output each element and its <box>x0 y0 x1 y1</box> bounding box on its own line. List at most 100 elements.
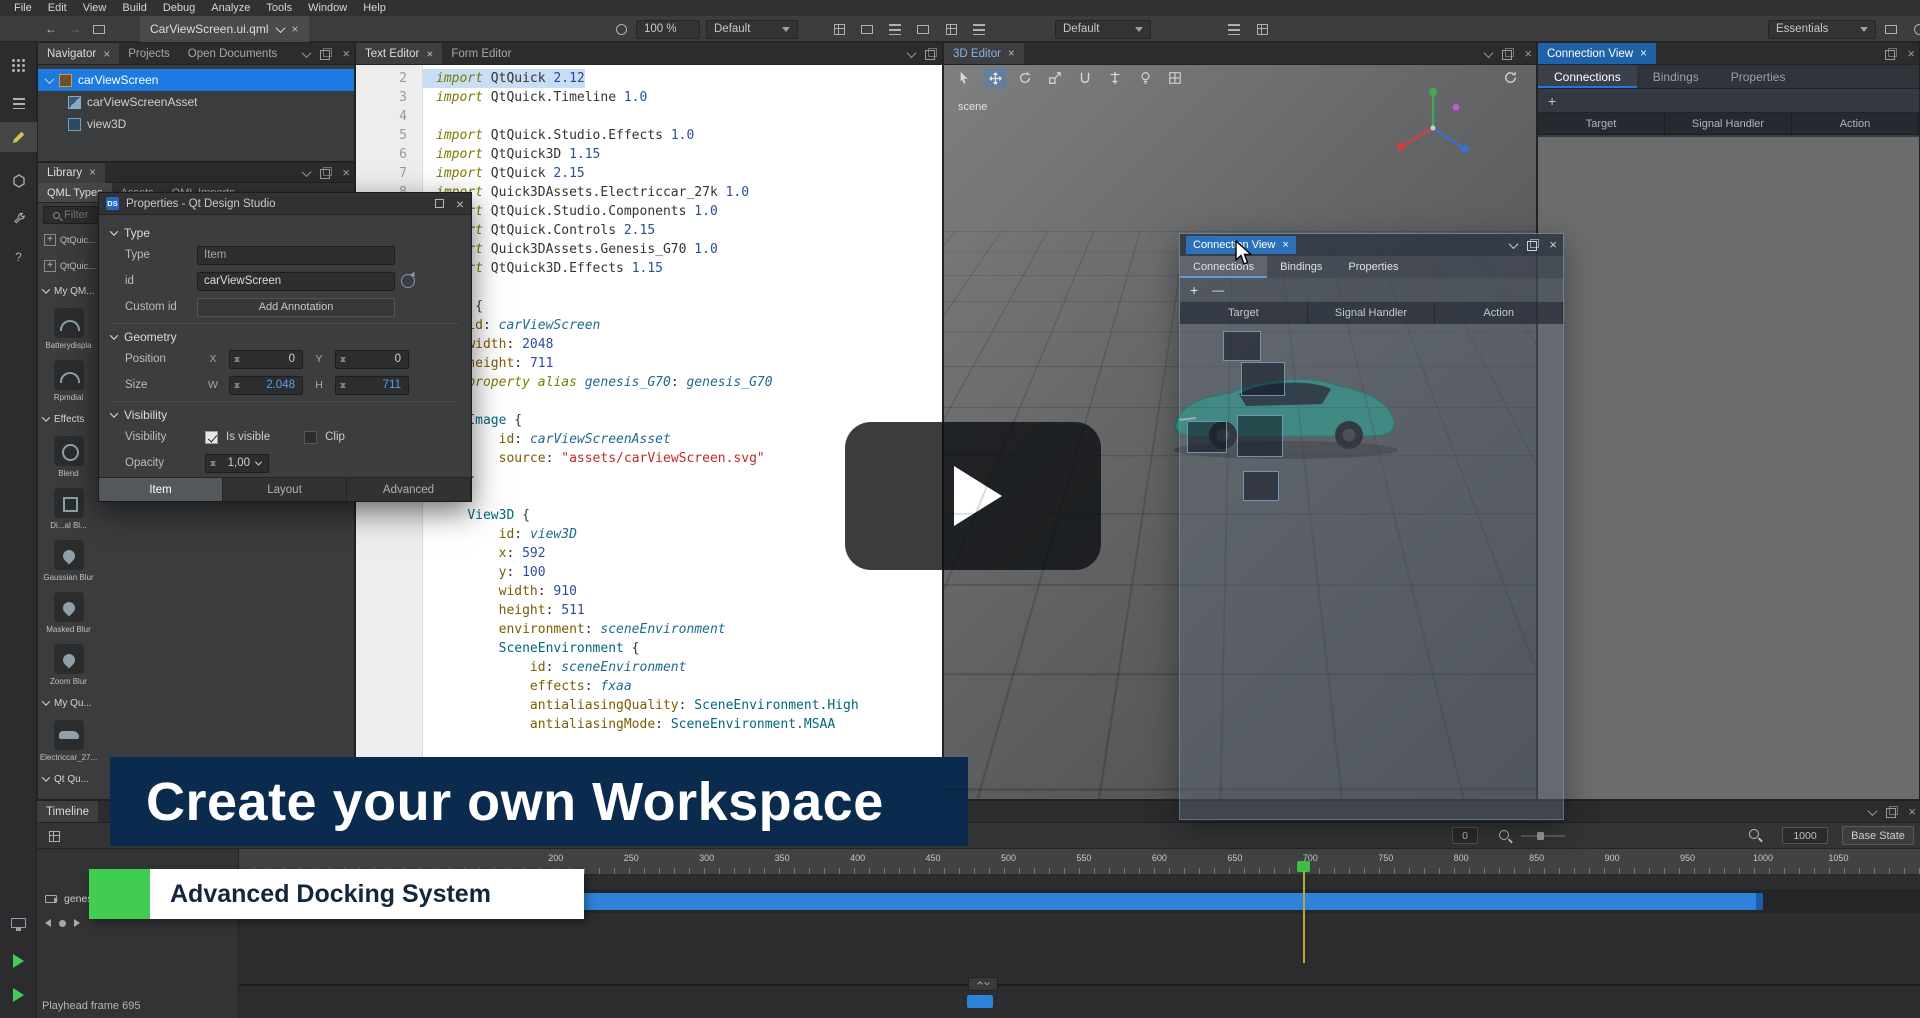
list-icon[interactable] <box>1225 20 1243 38</box>
connection-tab[interactable]: Properties <box>1335 256 1411 278</box>
navigator-tab[interactable]: Open Documents × <box>179 43 287 64</box>
add-annotation-button[interactable]: Add Annotation <box>197 298 395 317</box>
connection-view-tab[interactable]: Connection View × <box>1538 43 1656 64</box>
chevron-down-icon[interactable] <box>275 23 285 33</box>
menu-item[interactable]: Help <box>355 2 394 14</box>
forward-icon[interactable]: → <box>66 20 84 38</box>
record-keyframe-icon[interactable] <box>59 920 66 927</box>
navigator-tab[interactable]: Navigator × <box>38 43 119 64</box>
move-tool-icon[interactable] <box>984 68 1006 88</box>
table-column-header[interactable]: Target <box>1180 302 1308 324</box>
navigator-tree-item[interactable]: view3D <box>38 113 354 135</box>
opacity-spinbox[interactable]: 1,00 <box>205 454 269 473</box>
document-tab[interactable]: CarViewScreen.ui.qml × <box>140 16 309 42</box>
menu-item[interactable]: Edit <box>40 2 75 14</box>
library-item[interactable]: Batterydispla <box>38 303 99 355</box>
library-item[interactable]: QtQuic... <box>38 227 99 253</box>
floating-connection-view[interactable]: Connection View × Connections Bindings <box>1179 233 1564 820</box>
close-icon[interactable] <box>1908 805 1916 819</box>
snap-grid-icon[interactable] <box>830 20 848 38</box>
editor-tab[interactable]: Text Editor × <box>356 43 442 64</box>
menu-item[interactable]: Analyze <box>203 2 258 14</box>
library-item[interactable]: Qt Qu... <box>38 767 99 791</box>
menu-item[interactable]: Window <box>300 2 355 14</box>
snap-tool-icon[interactable] <box>1074 68 1096 88</box>
close-icon[interactable]: × <box>456 196 464 212</box>
close-icon[interactable]: × <box>89 167 96 179</box>
help-icon[interactable]: ? <box>0 242 37 272</box>
edit-list-icon[interactable] <box>0 88 37 118</box>
light-toggle-icon[interactable] <box>1134 68 1156 88</box>
perspective-select[interactable]: Essentials <box>1768 20 1876 39</box>
style-select[interactable]: Default <box>1055 20 1151 39</box>
menu-item[interactable]: View <box>75 2 115 14</box>
type-field[interactable] <box>197 246 395 265</box>
properties-tab[interactable]: Advanced <box>347 478 471 501</box>
type-section-header[interactable]: Type <box>111 226 459 240</box>
display-icon[interactable] <box>0 908 37 938</box>
y-spinbox[interactable]: 0 <box>335 350 409 369</box>
close-icon[interactable]: × <box>426 47 433 61</box>
properties-tab[interactable]: Layout <box>223 478 347 501</box>
scrollbar-end-cap[interactable] <box>1756 893 1763 910</box>
close-icon[interactable]: × <box>1640 48 1647 60</box>
float-panel-icon[interactable] <box>319 166 333 180</box>
close-icon[interactable]: × <box>103 47 110 61</box>
back-icon[interactable]: ← <box>42 20 60 38</box>
menu-item[interactable]: File <box>6 2 40 14</box>
next-keyframe-icon[interactable] <box>74 919 80 927</box>
connection-tab[interactable]: Bindings <box>1637 65 1715 88</box>
width-spinbox[interactable]: 2.048 <box>229 376 303 395</box>
menu-item[interactable]: Debug <box>155 2 203 14</box>
close-icon[interactable]: × <box>1008 48 1015 60</box>
close-icon[interactable] <box>1907 47 1915 61</box>
library-item[interactable]: My QM... <box>38 279 99 303</box>
guides-icon[interactable] <box>886 20 904 38</box>
navigator-tree-item[interactable]: carViewScreen <box>38 69 354 91</box>
connection-table-body[interactable] <box>1538 137 1919 799</box>
float-panel-icon[interactable] <box>1526 238 1540 252</box>
editor-tab[interactable]: Form Editor × <box>442 43 520 64</box>
id-field[interactable] <box>197 272 395 291</box>
merge-icon[interactable] <box>970 20 988 38</box>
frame-end-field[interactable]: 1000 <box>1782 827 1828 844</box>
float-panel-icon[interactable] <box>319 47 333 61</box>
zoom-slider[interactable] <box>1521 835 1565 837</box>
bounds-icon[interactable] <box>858 20 876 38</box>
collapse-handle[interactable] <box>968 977 998 991</box>
library-item[interactable]: Di...al Bl... <box>38 483 99 535</box>
table-column-header[interactable]: Target <box>1538 113 1665 134</box>
close-icon[interactable] <box>342 166 350 180</box>
x-spinbox[interactable]: 0 <box>229 350 303 369</box>
axis-gizmo[interactable] <box>1390 85 1476 171</box>
float-panel-icon[interactable] <box>1884 47 1898 61</box>
timeline-settings-icon[interactable] <box>45 827 63 845</box>
properties-titlebar[interactable]: DS Properties - Qt Design Studio × <box>99 193 471 215</box>
menu-item[interactable]: Build <box>114 2 154 14</box>
scale-tool-icon[interactable] <box>1044 68 1066 88</box>
close-icon[interactable] <box>342 47 350 61</box>
video-play-button[interactable] <box>845 422 1101 570</box>
add-import-icon[interactable] <box>44 234 56 246</box>
zoom-out-icon[interactable] <box>1499 830 1509 840</box>
align-tool-icon[interactable] <box>1104 68 1126 88</box>
library-item[interactable]: QtQuic... <box>38 253 99 279</box>
run-icon[interactable] <box>0 946 37 976</box>
base-state-button[interactable]: Base State <box>1842 826 1914 845</box>
timeline-tab[interactable]: Timeline <box>37 801 98 822</box>
table-column-header[interactable]: Signal Handler <box>1308 302 1436 324</box>
zoom-icon[interactable] <box>612 20 630 38</box>
connection-tab[interactable]: Bindings <box>1267 256 1335 278</box>
table-column-header[interactable]: Action <box>1435 302 1563 324</box>
feedback-icon[interactable] <box>1910 20 1920 38</box>
grid-toggle-icon[interactable] <box>1164 68 1186 88</box>
maximize-icon[interactable] <box>435 199 444 208</box>
navigator-tab[interactable]: Projects × <box>119 43 179 64</box>
library-item[interactable]: Blend <box>38 431 99 483</box>
library-tab[interactable]: Library × <box>38 163 105 183</box>
close-icon[interactable]: × <box>292 22 299 36</box>
geometry-section-header[interactable]: Geometry <box>111 330 459 344</box>
add-connection-icon[interactable]: + <box>1190 282 1198 298</box>
remove-connection-icon[interactable]: — <box>1212 283 1224 297</box>
table-column-header[interactable]: Signal Handler <box>1665 113 1792 134</box>
